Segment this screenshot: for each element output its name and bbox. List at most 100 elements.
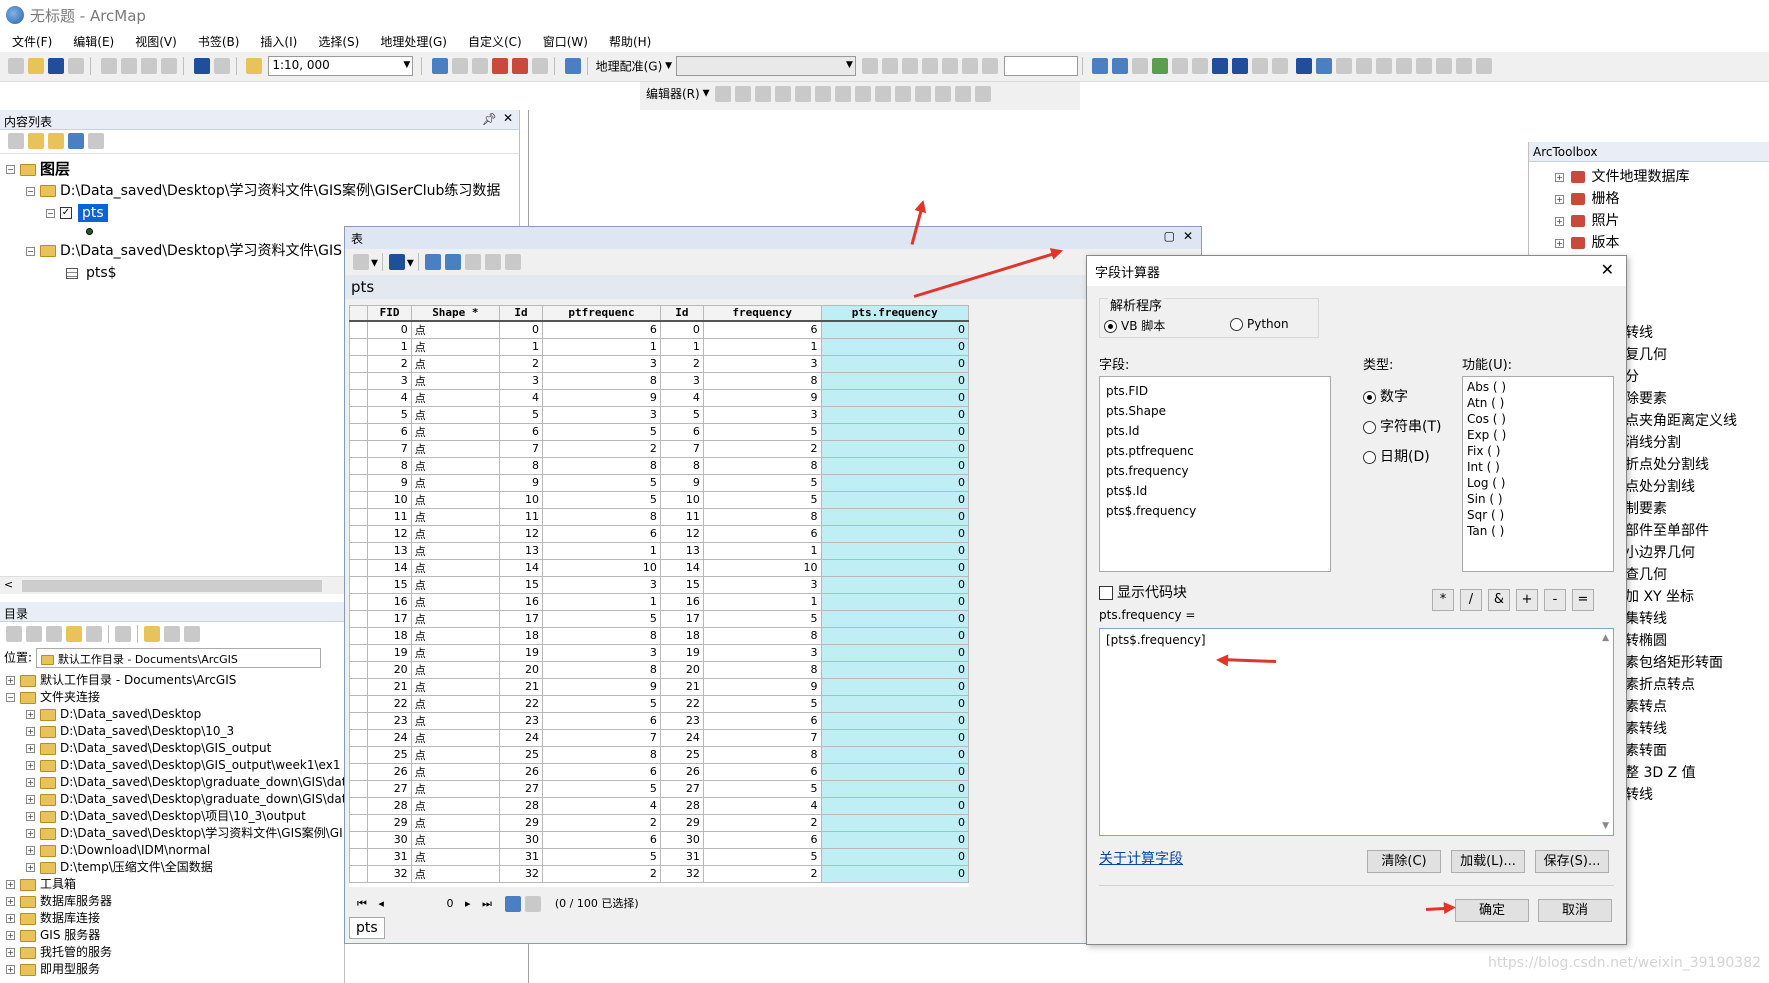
undo-icon[interactable] bbox=[193, 58, 210, 74]
table-cell[interactable]: 0 bbox=[820, 643, 969, 662]
zoom-to-selected-icon[interactable] bbox=[484, 254, 501, 270]
table-cell[interactable]: 10 bbox=[702, 558, 822, 577]
cancel-button[interactable]: 取消 bbox=[1538, 899, 1612, 922]
row-selector[interactable] bbox=[349, 762, 369, 781]
close-icon[interactable]: ✕ bbox=[503, 111, 513, 125]
table-cell[interactable]: 5 bbox=[702, 609, 822, 628]
copy-icon[interactable] bbox=[120, 58, 137, 74]
table-cell[interactable]: 0 bbox=[820, 371, 969, 390]
table-cell[interactable]: 9 bbox=[659, 473, 704, 492]
table-cell[interactable]: 0 bbox=[820, 745, 969, 764]
row-selector[interactable] bbox=[349, 439, 369, 458]
type-radio[interactable]: 日期(D) bbox=[1363, 442, 1441, 472]
catalog-icon[interactable] bbox=[471, 58, 488, 74]
table-cell[interactable]: 0 bbox=[659, 320, 704, 339]
rotate-input[interactable] bbox=[1003, 56, 1078, 76]
table-cell[interactable]: 1 bbox=[542, 592, 661, 611]
table-cell[interactable]: 26 bbox=[499, 762, 544, 781]
table-cell[interactable]: 17 bbox=[659, 609, 704, 628]
table-cell[interactable]: 点 bbox=[410, 354, 501, 373]
georef-menu[interactable]: 地理配准(G) bbox=[596, 60, 663, 74]
table-cell[interactable]: 0 bbox=[820, 711, 969, 730]
table-cell[interactable]: 5 bbox=[367, 405, 412, 424]
table-cell[interactable]: 9 bbox=[542, 677, 661, 696]
identify-icon[interactable] bbox=[1316, 58, 1333, 74]
table-cell[interactable]: 点 bbox=[410, 609, 501, 628]
table-cell[interactable]: 点 bbox=[410, 796, 501, 815]
table-cell[interactable]: 6 bbox=[542, 830, 661, 849]
table-cell[interactable]: 4 bbox=[542, 796, 661, 815]
first-record-button[interactable]: ⏮ bbox=[357, 897, 367, 910]
table-cell[interactable]: 23 bbox=[367, 711, 412, 730]
tool-item[interactable]: 除要素 bbox=[1625, 388, 1737, 410]
row-selector[interactable] bbox=[349, 626, 369, 645]
table-cell[interactable]: 点 bbox=[410, 405, 501, 424]
table-row[interactable]: 9点95950 bbox=[349, 473, 969, 492]
tool-item[interactable]: 点处分割线 bbox=[1625, 476, 1737, 498]
select-features-icon[interactable] bbox=[1252, 58, 1269, 74]
tool-item[interactable]: 集转线 bbox=[1625, 608, 1737, 630]
table-cell[interactable]: 0 bbox=[820, 354, 969, 373]
table-cell[interactable]: 点 bbox=[410, 456, 501, 475]
table-cell[interactable]: 2 bbox=[702, 864, 822, 883]
row-selector[interactable] bbox=[349, 728, 369, 747]
table-cell[interactable]: 0 bbox=[820, 626, 969, 645]
table-cell[interactable]: 30 bbox=[659, 830, 704, 849]
pan-icon[interactable] bbox=[1132, 58, 1149, 74]
table-options-icon[interactable] bbox=[353, 254, 369, 270]
back-icon[interactable] bbox=[1212, 58, 1229, 74]
tool-item[interactable]: 转线 bbox=[1625, 784, 1737, 806]
table-cell[interactable]: 点 bbox=[410, 439, 501, 458]
table-cell[interactable]: 6 bbox=[542, 762, 661, 781]
paste-icon[interactable] bbox=[140, 58, 157, 74]
find-route-icon[interactable] bbox=[1416, 58, 1433, 74]
clear-selection-icon[interactable] bbox=[1272, 58, 1289, 74]
table-cell[interactable]: 6 bbox=[702, 762, 822, 781]
georef-layer-combo[interactable]: ▼ bbox=[675, 56, 856, 76]
table-cell[interactable]: 2 bbox=[702, 813, 822, 832]
table-cell[interactable]: 15 bbox=[367, 575, 412, 594]
table-cell[interactable]: 8 bbox=[542, 660, 661, 679]
table-cell[interactable]: 7 bbox=[542, 728, 661, 747]
catalog-item[interactable]: + D:\Data_saved\Desktop\10_3 bbox=[6, 723, 338, 740]
operator-button[interactable]: & bbox=[1488, 589, 1510, 611]
table-cell[interactable]: 11 bbox=[499, 507, 544, 526]
table-cell[interactable]: 22 bbox=[367, 694, 412, 713]
table-row[interactable]: 17 点 17 5 17 5 0 bbox=[349, 609, 969, 628]
table-cell[interactable]: 0 bbox=[820, 422, 969, 441]
table-row[interactable]: 28 点 28 4 28 4 0 bbox=[349, 796, 969, 815]
row-selector[interactable] bbox=[349, 354, 369, 373]
table-cell[interactable]: 6 bbox=[702, 830, 822, 849]
table-cell[interactable]: 15 bbox=[499, 575, 544, 594]
table-cell[interactable]: 24 bbox=[499, 728, 544, 747]
row-selector[interactable] bbox=[349, 473, 369, 492]
function-item[interactable]: Sqr ( ) bbox=[1467, 507, 1609, 523]
tool-item[interactable]: 素转面 bbox=[1625, 740, 1737, 762]
table-cell[interactable]: 18 bbox=[659, 626, 704, 645]
table-cell[interactable]: 3 bbox=[702, 643, 822, 662]
table-cell[interactable]: 1 bbox=[659, 337, 704, 356]
table-cell[interactable]: 31 bbox=[499, 847, 544, 866]
toc-layer-pts[interactable]: − ✓ pts bbox=[6, 202, 513, 224]
table-cell[interactable]: 31 bbox=[367, 847, 412, 866]
table-cell[interactable]: 16 bbox=[367, 592, 412, 611]
table-cell[interactable]: 5 bbox=[542, 473, 661, 492]
table-cell[interactable]: 17 bbox=[367, 609, 412, 628]
table-cell[interactable]: 5 bbox=[702, 779, 822, 798]
table-cell[interactable]: 8 bbox=[499, 456, 544, 475]
field-item[interactable]: pts.frequency bbox=[1106, 461, 1324, 481]
table-cell[interactable]: 1 bbox=[367, 337, 412, 356]
table-cell[interactable]: 22 bbox=[659, 694, 704, 713]
table-cell[interactable]: 26 bbox=[367, 762, 412, 781]
table-cell[interactable]: 8 bbox=[702, 456, 822, 475]
table-cell[interactable]: 27 bbox=[367, 779, 412, 798]
table-cell[interactable]: 7 bbox=[702, 728, 822, 747]
table-cell[interactable]: 3 bbox=[499, 371, 544, 390]
next-record-button[interactable]: ▸ bbox=[465, 897, 471, 910]
table-cell[interactable]: 点 bbox=[410, 677, 501, 696]
table-cell[interactable]: 0 bbox=[820, 728, 969, 747]
table-cell[interactable]: 2 bbox=[659, 354, 704, 373]
table-cell[interactable]: 6 bbox=[542, 524, 661, 543]
table-cell[interactable]: 9 bbox=[702, 388, 822, 407]
table-row[interactable]: 5点53530 bbox=[349, 405, 969, 424]
